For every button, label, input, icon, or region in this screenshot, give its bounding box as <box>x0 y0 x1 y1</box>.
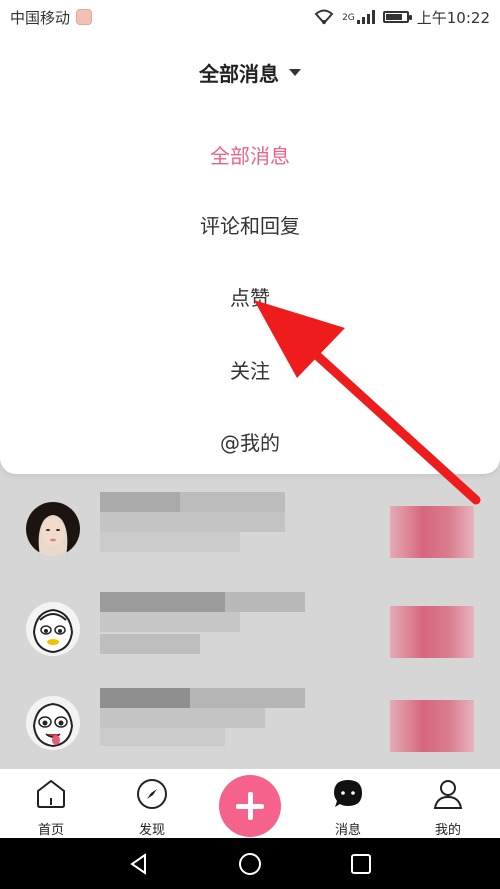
tab-discover-label: 发现 <box>138 823 165 838</box>
avatar <box>26 602 80 656</box>
back-triangle-icon[interactable] <box>127 852 151 876</box>
caret-down-icon <box>289 69 301 76</box>
menu-item-follows[interactable]: 关注 <box>0 355 500 384</box>
post-thumbnail <box>390 606 474 658</box>
bottom-tab-bar: 首页 发现 消息 我的 <box>0 769 500 838</box>
wifi-icon <box>314 9 334 25</box>
tab-me[interactable]: 我的 <box>408 777 488 838</box>
menu-item-all-messages[interactable]: 全部消息 <box>0 140 500 169</box>
menu-item-mentions[interactable]: @我的 <box>0 427 500 456</box>
post-thumbnail <box>390 506 474 558</box>
message-list <box>0 474 500 769</box>
avatar <box>26 696 80 750</box>
carrier-app-icon <box>76 9 93 25</box>
dropdown-header[interactable]: 全部消息 <box>0 58 500 87</box>
list-item[interactable] <box>0 486 500 576</box>
compass-icon <box>137 779 167 809</box>
person-icon <box>433 780 463 809</box>
publish-plus-button[interactable] <box>219 775 281 837</box>
status-bar: 中国移动 2G 上午10:22 <box>0 0 500 34</box>
post-thumbnail <box>390 700 474 752</box>
system-navigation-bar <box>0 838 500 889</box>
network-type: 2G <box>342 12 355 23</box>
chat-bubble-icon <box>334 780 362 807</box>
clock: 上午10:22 <box>416 8 490 27</box>
list-item[interactable] <box>0 682 500 772</box>
tab-home-label: 首页 <box>37 823 64 838</box>
signal-icon <box>356 10 375 24</box>
dropdown-title: 全部消息 <box>199 62 279 86</box>
tab-messages[interactable]: 消息 <box>308 777 388 838</box>
tab-discover[interactable]: 发现 <box>112 777 192 838</box>
battery-icon <box>382 11 412 23</box>
menu-item-likes[interactable]: 点赞 <box>0 282 500 311</box>
status-left: 中国移动 <box>10 7 93 28</box>
tab-me-label: 我的 <box>434 823 461 838</box>
list-item[interactable] <box>0 584 500 674</box>
tab-messages-label: 消息 <box>334 823 361 838</box>
home-icon <box>37 779 65 808</box>
home-circle-icon[interactable] <box>238 852 262 876</box>
menu-item-comments-replies[interactable]: 评论和回复 <box>0 210 500 239</box>
carrier-name: 中国移动 <box>10 8 71 27</box>
tab-home[interactable]: 首页 <box>11 777 91 838</box>
avatar <box>26 502 80 556</box>
status-right: 2G 上午10:22 <box>314 7 490 28</box>
recents-square-icon[interactable] <box>349 852 373 876</box>
message-filter-dropdown: 全部消息 全部消息 评论和回复 点赞 关注 @我的 <box>0 34 500 474</box>
